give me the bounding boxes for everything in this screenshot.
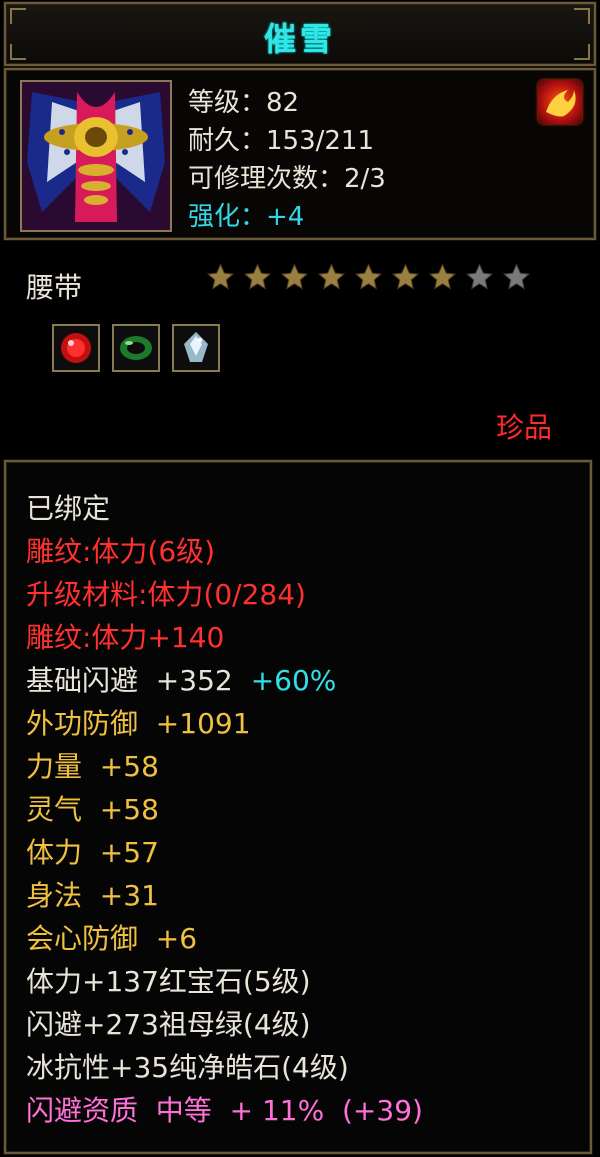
vitality-line: 体力 +57: [26, 836, 159, 869]
red-gem-icon: [61, 333, 91, 363]
belt-icon: [22, 82, 170, 230]
base-dodge-line: 基础闪避 +352 +60%: [26, 664, 336, 698]
base-dodge-value: 基础闪避 +352: [26, 664, 233, 697]
base-dodge-bonus: +60%: [250, 664, 337, 697]
upgrade-material-line: 升级材料:体力(0/284): [26, 578, 306, 611]
dodge-aptitude-line: 闪避资质 中等 + 11% (+39): [26, 1094, 423, 1127]
repair-count-line: 可修理次数：2/3: [188, 164, 386, 194]
star-filled-icon: [317, 263, 346, 290]
star-filled-icon: [428, 263, 457, 290]
star-empty-icon: [502, 263, 531, 290]
gem-slots: [52, 324, 220, 372]
item-type: 腰带: [26, 271, 83, 304]
star-rating: [206, 262, 531, 292]
rarity-label: 珍品: [495, 411, 552, 444]
gem-slot[interactable]: [52, 324, 100, 372]
agility-line: 身法 +31: [26, 879, 159, 912]
item-icon[interactable]: [20, 80, 172, 232]
enhance-line: 强化：+4: [188, 202, 305, 232]
gem-slot[interactable]: [112, 324, 160, 372]
durability-line: 耐久：153/211: [188, 126, 375, 156]
star-filled-icon: [243, 263, 272, 290]
item-name: 催雪: [263, 20, 336, 58]
star-filled-icon: [391, 263, 420, 290]
gem-bonus-line: 闪避+273祖母绿(4级): [26, 1008, 311, 1041]
star-filled-icon: [354, 263, 383, 290]
gem-bonus-line: 体力+137红宝石(5级): [26, 965, 311, 998]
crit-defense-line: 会心防御 +6: [26, 922, 198, 955]
white-crystal-icon: [184, 332, 208, 362]
item-header: 等级：82 耐久：153/211 可修理次数：2/3 强化：+4: [4, 68, 596, 240]
title-bar: 催雪: [4, 2, 596, 66]
star-empty-icon: [465, 263, 494, 290]
strength-line: 力量 +58: [26, 750, 159, 783]
spirit-line: 灵气 +58: [26, 793, 159, 826]
gem-bonus-line: 冰抗性+35纯净皓石(4级): [26, 1051, 349, 1084]
star-filled-icon: [280, 263, 309, 290]
gem-slot[interactable]: [172, 324, 220, 372]
star-filled-icon: [206, 263, 235, 290]
green-jade-icon: [120, 336, 152, 360]
level-line: 等级：82: [188, 88, 300, 118]
fire-emblem-icon: [538, 80, 582, 124]
engrave-line: 雕纹:体力(6级): [26, 535, 216, 568]
engrave-bonus-line: 雕纹:体力+140: [26, 621, 225, 654]
external-defense-line: 外功防御 +1091: [26, 707, 251, 740]
bound-status: 已绑定: [26, 492, 111, 525]
